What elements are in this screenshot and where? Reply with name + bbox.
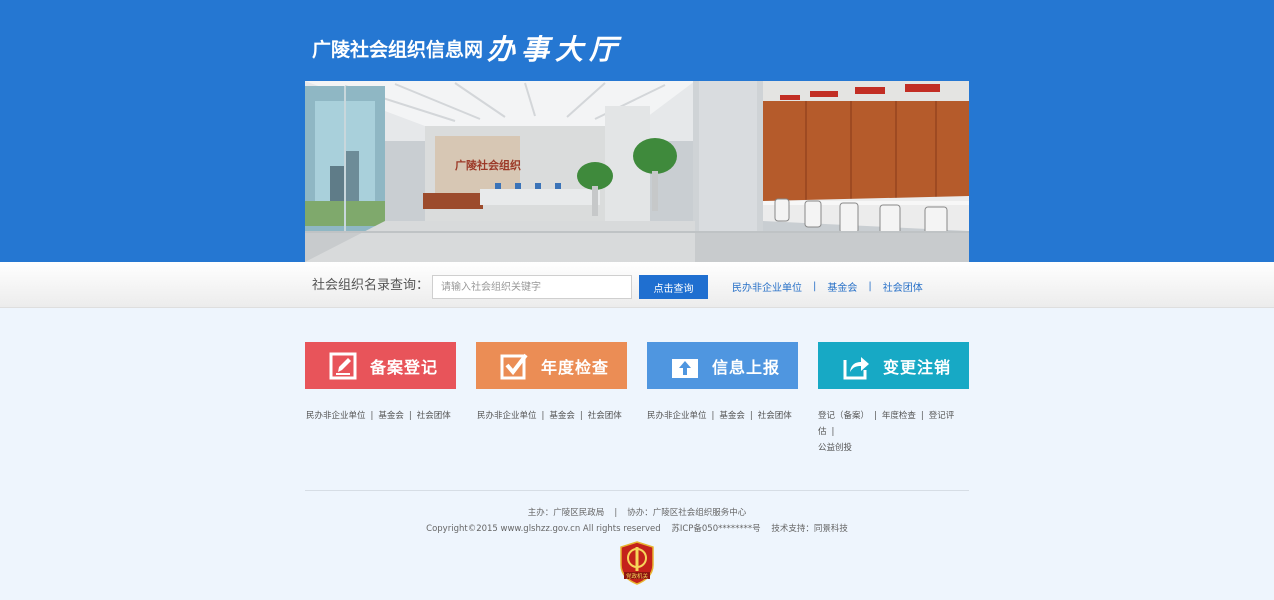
footer-cohost: 协办：广陵区社会组织服务中心 bbox=[627, 508, 747, 518]
share-icon bbox=[843, 356, 869, 379]
tile-link[interactable]: 年度检查 bbox=[882, 411, 916, 421]
checkbox-icon bbox=[500, 353, 528, 379]
tile-change-cancel[interactable]: 变更注销 bbox=[818, 342, 969, 389]
banner-wall-sign: 广陵社会组织 bbox=[455, 158, 521, 172]
tile-link[interactable]: 基金会 bbox=[719, 411, 745, 421]
link-separator: | bbox=[868, 280, 872, 292]
site-title-calligraphy: 办事大厅 bbox=[487, 33, 624, 66]
tile-info-report[interactable]: 信息上报 bbox=[647, 342, 798, 389]
site-title[interactable]: 广陵社会组织信息网 办事大厅 bbox=[312, 30, 623, 66]
tile-link[interactable]: 登记（备案） bbox=[818, 411, 869, 421]
upload-icon bbox=[672, 358, 698, 378]
edit-icon bbox=[329, 352, 357, 379]
tile-label: 备案登记 bbox=[370, 357, 439, 377]
tile-link[interactable]: 民办非企业单位 bbox=[477, 411, 537, 421]
tile-link[interactable]: 社会团体 bbox=[417, 411, 451, 421]
footer-host: 主办：广陵区民政局 bbox=[527, 508, 605, 518]
tile-label: 信息上报 bbox=[712, 357, 781, 377]
tile-link[interactable]: 民办非企业单位 bbox=[647, 411, 707, 421]
tile-annual-inspection[interactable]: 年度检查 bbox=[476, 342, 627, 389]
quick-link-social-group[interactable]: 社会团体 bbox=[883, 279, 923, 294]
search-quick-links: 民办非企业单位 | 基金会 | 社会团体 bbox=[732, 279, 923, 294]
site-title-main: 广陵社会组织信息网 bbox=[312, 38, 484, 61]
badge-text: 党政机关 bbox=[626, 572, 649, 580]
footer-organizers: 主办：广陵区民政局 | 协办：广陵区社会组织服务中心 bbox=[527, 508, 747, 518]
tile-record-registration[interactable]: 备案登记 bbox=[305, 342, 456, 389]
tile-link[interactable]: 社会团体 bbox=[588, 411, 622, 421]
tile-links: 登记（备案） | 年度检查 | 登记评估 | 公益创投 bbox=[818, 411, 955, 453]
tile-link[interactable]: 民办非企业单位 bbox=[306, 411, 366, 421]
search-bar bbox=[0, 262, 1274, 308]
footer-copyright-line: Copyright©2015 www.glshzz.gov.cn All rig… bbox=[0, 522, 1274, 534]
footer-icp[interactable]: 苏ICP备050********号 bbox=[671, 524, 760, 534]
tile-link[interactable]: 社会团体 bbox=[758, 411, 792, 421]
quick-link-foundation[interactable]: 基金会 bbox=[827, 279, 857, 294]
tile-link[interactable]: 基金会 bbox=[549, 411, 575, 421]
tile-links: 民办非企业单位 | 基金会 | 社会团体 bbox=[647, 411, 792, 421]
tile-links: 民办非企业单位 | 基金会 | 社会团体 bbox=[477, 411, 622, 421]
quick-link-minban[interactable]: 民办非企业单位 bbox=[732, 279, 802, 294]
tile-label: 年度检查 bbox=[541, 357, 610, 377]
footer-divider bbox=[305, 490, 969, 491]
search-label: 社会组织名录查询： bbox=[312, 278, 430, 293]
footer-tech-support: 技术支持：同景科技 bbox=[771, 524, 848, 534]
search-input[interactable] bbox=[432, 275, 632, 299]
search-button[interactable]: 点击查询 bbox=[639, 275, 708, 299]
government-badge-icon[interactable]: 党政机关 bbox=[619, 541, 655, 585]
footer-copyright: Copyright©2015 www.glshzz.gov.cn All rig… bbox=[426, 524, 661, 534]
tile-link[interactable]: 基金会 bbox=[378, 411, 404, 421]
tile-links: 民办非企业单位 | 基金会 | 社会团体 bbox=[306, 411, 451, 421]
link-separator: | bbox=[813, 280, 817, 292]
tile-label: 变更注销 bbox=[883, 357, 952, 377]
tile-link[interactable]: 公益创投 bbox=[818, 443, 852, 453]
banner-image: 广陵社会组织 bbox=[305, 81, 969, 262]
